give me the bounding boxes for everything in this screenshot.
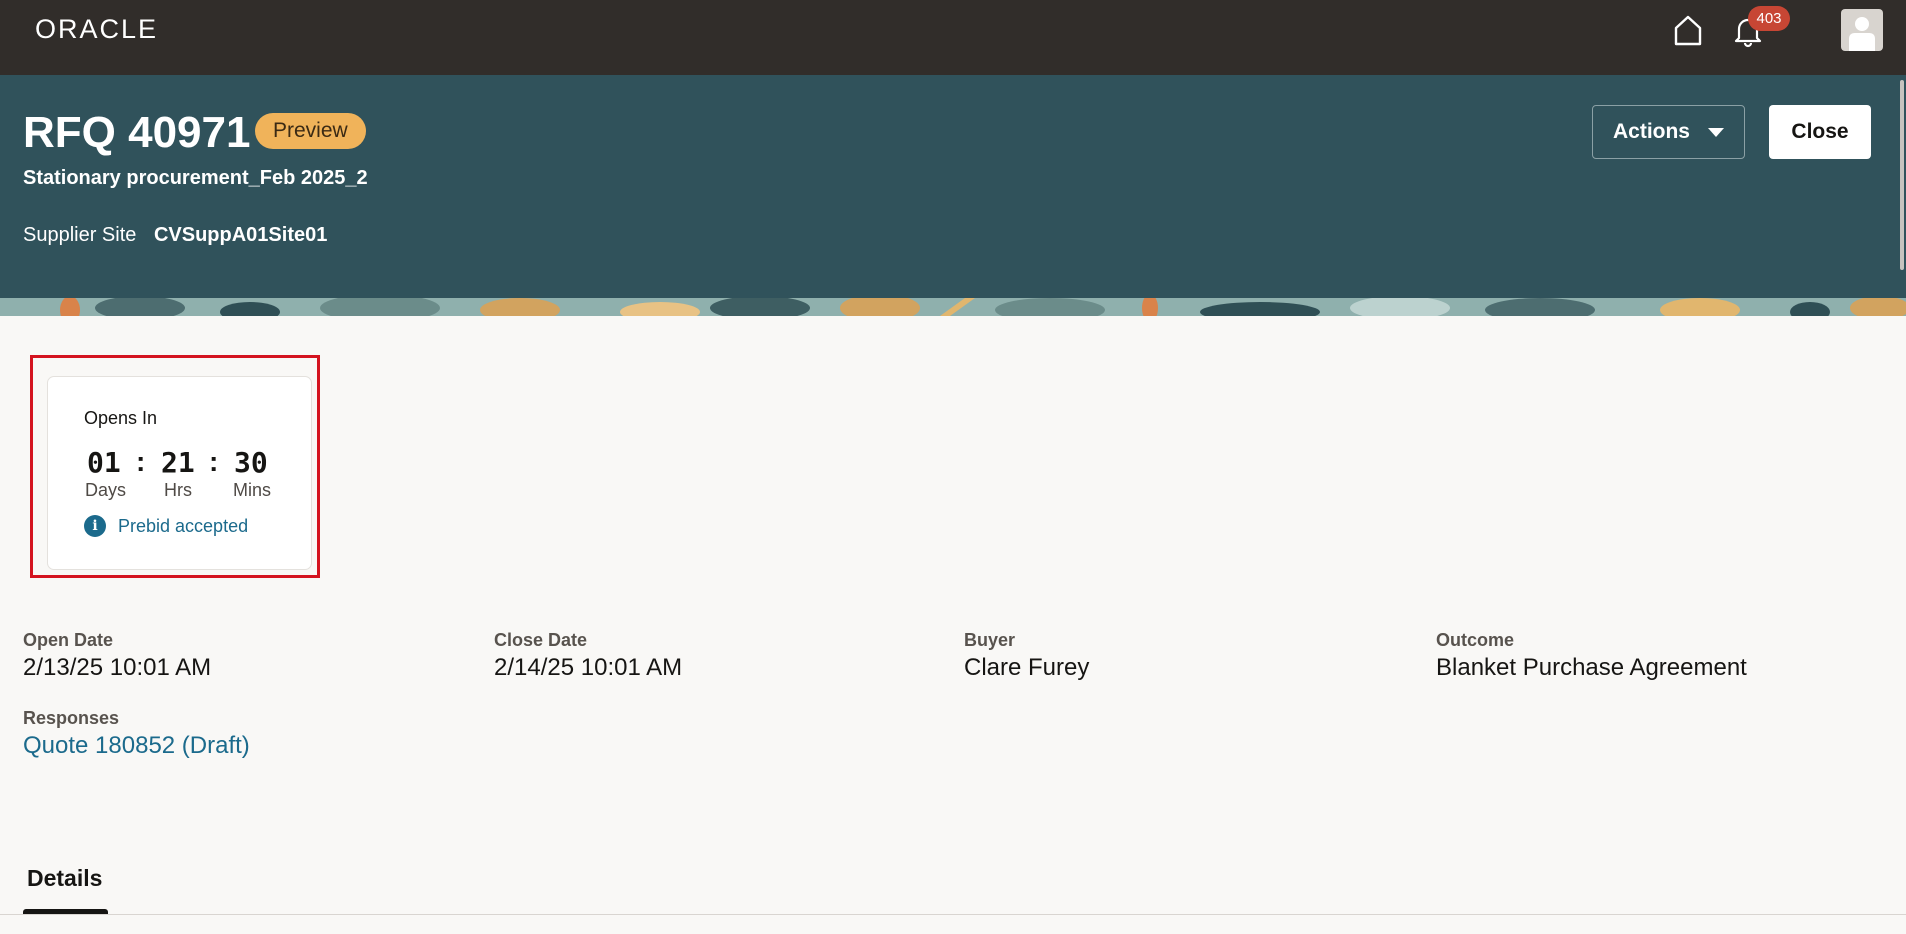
countdown-separator: :: [209, 446, 219, 477]
countdown-hours-label: Hrs: [164, 480, 192, 500]
supplier-site: Supplier Site CVSuppA01Site01: [23, 222, 327, 248]
prebid-note-text: Prebid accepted: [118, 515, 249, 536]
decorative-banner: [0, 298, 1906, 316]
global-header: ORACLE 403: [0, 0, 1906, 75]
tab-divider: [0, 914, 1906, 915]
notification-count-badge: 403: [1748, 6, 1790, 31]
close-button[interactable]: Close: [1769, 105, 1871, 159]
response-quote-link[interactable]: Quote 180852 (Draft): [23, 732, 250, 760]
header-scrollbar-thumb[interactable]: [1900, 80, 1904, 270]
countdown-mins: 30: [234, 446, 268, 479]
countdown-days: 01: [87, 446, 121, 479]
countdown-hours: 21: [161, 446, 195, 479]
countdown-days-label: Days: [85, 480, 127, 500]
actions-button-label: Actions: [1612, 120, 1690, 143]
open-date-label: Open Date: [23, 630, 114, 650]
outcome-label: Outcome: [1436, 630, 1515, 650]
home-icon[interactable]: [1670, 12, 1706, 48]
rfq-subtitle: Stationary procurement_Feb 2025_2: [23, 167, 368, 189]
chevron-down-icon: [1708, 127, 1724, 137]
buyer-value: Clare Furey: [964, 654, 1090, 681]
actions-button[interactable]: Actions: [1592, 105, 1745, 159]
countdown-title: Opens In: [84, 408, 158, 428]
close-date-label: Close Date: [494, 630, 588, 650]
status-badge: Preview: [255, 113, 366, 149]
responses-label: Responses: [23, 708, 120, 728]
oracle-logo[interactable]: ORACLE: [35, 16, 158, 43]
supplier-site-label: Supplier Site: [23, 224, 137, 246]
prebid-note: i Prebid accepted: [84, 515, 248, 537]
user-avatar[interactable]: [1841, 9, 1883, 51]
countdown-separator: :: [136, 446, 146, 477]
page-title: RFQ 40971: [23, 108, 251, 157]
outcome-value: Blanket Purchase Agreement: [1436, 654, 1747, 681]
supplier-site-value: CVSuppA01Site01: [153, 224, 328, 246]
buyer-label: Buyer: [964, 630, 1016, 650]
open-date-value: 2/13/25 10:01 AM: [23, 654, 212, 681]
close-date-value: 2/14/25 10:01 AM: [494, 654, 683, 681]
info-icon: i: [84, 515, 106, 537]
countdown-mins-label: Mins: [233, 480, 272, 500]
tab-details[interactable]: Details: [27, 865, 102, 892]
